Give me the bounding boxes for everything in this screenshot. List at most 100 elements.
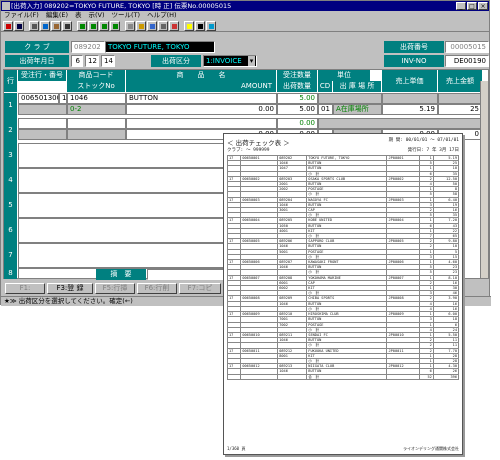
report-row: 合 計 52 396 — [226, 373, 460, 380]
menu-tools[interactable]: ツール(T) — [112, 11, 141, 20]
chevron-down-icon[interactable]: ▾ — [248, 56, 255, 66]
empty-row[interactable] — [18, 193, 228, 218]
filter-icon[interactable] — [136, 21, 146, 31]
info-icon[interactable] — [206, 21, 216, 31]
row-number[interactable]: 6 — [4, 218, 17, 243]
calendar-icon[interactable] — [147, 21, 157, 31]
f6-delete-row-button[interactable]: F6:行削 — [137, 283, 177, 294]
sales-blank-cell — [438, 93, 482, 104]
report-page: 1/360 頁 — [227, 446, 246, 451]
ship-qty-cell[interactable]: 5.00 — [277, 104, 318, 115]
club-label: ク ラ ブ — [5, 41, 69, 53]
row-number[interactable]: 7 — [4, 243, 17, 268]
help-icon[interactable] — [184, 21, 194, 31]
ship-date-year[interactable]: 6 — [71, 55, 83, 67]
title-bar: [出荷入力] 089202=TOKYO FUTURE, TOKYO [時 正] … — [1, 1, 489, 11]
order-qty-cell[interactable]: 5.00 — [277, 93, 318, 104]
col-sales-amount: 売上金額 — [438, 70, 482, 92]
summary-field[interactable] — [147, 269, 225, 280]
price-blank-cell — [382, 93, 438, 104]
col-row: 行 — [4, 70, 17, 92]
f1-button[interactable]: F1: — [5, 283, 45, 294]
menu-file[interactable]: ファイル(F) — [4, 11, 39, 20]
location-cell[interactable]: A在庫場所 — [333, 104, 382, 115]
report-cell — [226, 373, 242, 380]
report-print-date: 発行日: 7 年 3月 17日 — [407, 148, 459, 153]
save-icon[interactable] — [14, 21, 24, 31]
f7-copy-button[interactable]: F7:コピ — [179, 283, 221, 294]
vertical-scrollbar[interactable] — [480, 81, 488, 278]
ship-div-select[interactable]: 1:INVOICE ▾ — [203, 55, 257, 67]
menu-help[interactable]: ヘルプ(H) — [147, 11, 176, 20]
sales-amount-cell[interactable]: 25 — [438, 104, 482, 115]
inv-no-field[interactable]: DE00190 — [445, 55, 489, 67]
unit-code-cell[interactable]: 01 — [318, 104, 333, 115]
ship-date-month[interactable]: 12 — [85, 55, 99, 67]
col-product-name: 商 品 名 — [126, 70, 276, 81]
order-no-cell[interactable] — [18, 118, 67, 129]
shipment-check-report: ＜ 出荷チェック表 ＞ 期 間: 00/01/01 ～ 07/01/01 クラブ… — [223, 133, 463, 455]
ship-date-day[interactable]: 14 — [101, 55, 115, 67]
search-icon[interactable] — [125, 21, 135, 31]
prev-record-icon[interactable] — [88, 21, 98, 31]
ship-div-label: 出荷区分 — [151, 55, 201, 67]
report-company: ライオンデリング通関株式会社 — [403, 446, 459, 451]
row-blank — [318, 118, 482, 129]
order-line-cell[interactable]: 1 — [59, 93, 67, 104]
amount-cell[interactable]: 0.00 — [126, 104, 277, 115]
f3-register-button[interactable]: F3:登 録 — [47, 283, 93, 294]
col-price: 売上単価 — [382, 70, 437, 92]
menu-edit[interactable]: 編集(E) — [46, 11, 68, 20]
row-number[interactable]: 4 — [4, 168, 17, 193]
col-location: 出 庫 場 所 — [333, 81, 381, 92]
menu-view[interactable]: 示(V) — [89, 11, 105, 20]
close-button[interactable]: × — [478, 2, 488, 10]
pointer-icon[interactable] — [195, 21, 205, 31]
col-order-qty: 受注数量 — [277, 70, 317, 81]
row-number[interactable]: 8 — [4, 268, 17, 279]
report-club-label: クラブ: — [227, 148, 244, 153]
stock-no-cell[interactable] — [67, 129, 126, 140]
report-cell: 合 計 — [306, 373, 388, 380]
club-name-field[interactable]: TOKYO FUTURE, TOKYO — [105, 41, 215, 53]
last-record-icon[interactable] — [110, 21, 120, 31]
row-number[interactable]: 2 — [4, 118, 17, 143]
minimize-button[interactable]: _ — [456, 2, 466, 10]
product-name-cell[interactable]: BUTTON — [126, 93, 277, 104]
report-cell: 396 — [432, 373, 460, 380]
cut-icon[interactable] — [62, 21, 72, 31]
copy-icon[interactable] — [40, 21, 50, 31]
chart-icon[interactable] — [169, 21, 179, 31]
next-record-icon[interactable] — [99, 21, 109, 31]
order-qty-cell[interactable]: 0.00 — [277, 118, 318, 129]
price-cell[interactable]: 5.19 — [382, 104, 438, 115]
maximize-button[interactable]: □ — [467, 2, 477, 10]
stock-no-cell[interactable]: 0-2 — [67, 104, 126, 115]
first-record-icon[interactable] — [77, 21, 87, 31]
calculator-icon[interactable] — [158, 21, 168, 31]
club-code-field[interactable]: 089202 — [71, 41, 105, 53]
row-number[interactable]: 5 — [4, 193, 17, 218]
menu-table[interactable]: 表 — [75, 11, 82, 20]
order-no-sub-cell — [18, 129, 67, 140]
row-number[interactable]: 1 — [4, 93, 17, 118]
unit-cell[interactable] — [318, 93, 382, 104]
report-cell — [240, 373, 279, 380]
shipment-no-field[interactable]: 00005015 — [445, 41, 489, 53]
window-title: [出荷入力] 089202=TOKYO FUTURE, TOKYO [時 正] … — [11, 2, 232, 10]
product-code-cell[interactable] — [67, 118, 126, 129]
product-name-cell[interactable] — [126, 118, 277, 129]
order-no-cell[interactable]: 006501300 — [18, 93, 59, 104]
col-unit: 単位 — [318, 70, 370, 81]
col-amount: AMOUNT — [126, 81, 276, 92]
col-ship-qty: 出荷数量 — [277, 81, 317, 92]
print-icon[interactable] — [29, 21, 39, 31]
paste-icon[interactable] — [51, 21, 61, 31]
empty-row[interactable] — [18, 218, 228, 243]
shipment-no-label: 出荷番号 — [384, 41, 444, 53]
exit-icon[interactable] — [3, 21, 13, 31]
f5-insert-row-button[interactable]: F5:行挿 — [95, 283, 135, 294]
empty-row[interactable] — [18, 243, 228, 268]
row-number[interactable]: 3 — [4, 143, 17, 168]
product-code-cell[interactable]: 1046 — [67, 93, 126, 104]
